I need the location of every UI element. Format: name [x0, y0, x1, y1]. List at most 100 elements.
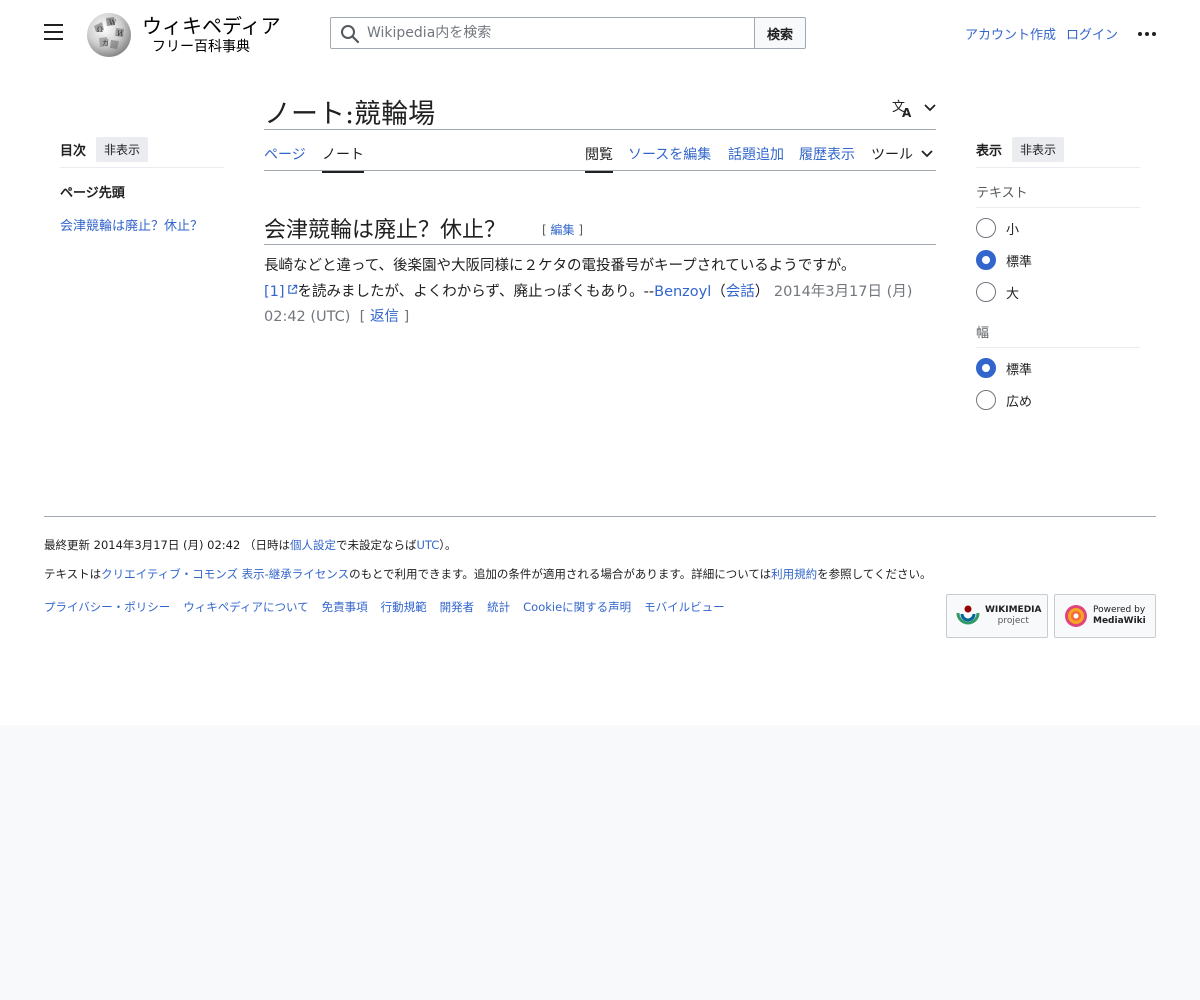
text-size-small[interactable]: 小: [976, 212, 1140, 244]
radio-label: 広め: [1006, 394, 1033, 410]
appearance-hide-button[interactable]: 非表示: [1012, 137, 1065, 162]
create-account-link[interactable]: アカウント作成: [965, 24, 1056, 43]
page-title: ノート:競輪場: [264, 99, 436, 130]
search-button[interactable]: 検索: [754, 17, 806, 49]
language-button[interactable]: 文 A: [892, 98, 936, 118]
login-link[interactable]: ログイン: [1066, 24, 1118, 43]
comment-line1: 長崎などと違って、後楽園や大阪同様に２ケタの電投番号がキープされているようですが…: [264, 258, 856, 274]
wordmark: ウィキペディア: [142, 14, 281, 38]
wikimedia-badge[interactable]: WIKIMEDIA project: [946, 594, 1048, 638]
radio-width-standard[interactable]: [976, 358, 996, 378]
appearance-panel: 表示 非表示 テキスト 小 標準 大 幅 標準 広め: [976, 136, 1140, 416]
toc-hide-button[interactable]: 非表示: [96, 137, 149, 162]
radio-label: 標準: [1006, 254, 1033, 270]
reply-wrapper: [ 返信 ]: [355, 309, 410, 325]
width-wide[interactable]: 広め: [976, 384, 1140, 416]
license-suffix: を参照してください。: [817, 567, 932, 581]
toc-item-top[interactable]: ページ先頭: [60, 182, 224, 201]
paren-close: ）: [754, 283, 770, 300]
tab-edit-source[interactable]: ソースを編集: [628, 144, 711, 173]
footer-link-about[interactable]: ウィキペディアについて: [183, 599, 308, 615]
text-size-label: テキスト: [976, 182, 1140, 208]
footer-link-developers[interactable]: 開発者: [440, 599, 475, 615]
svg-text:ガ: ガ: [102, 38, 109, 47]
mediawiki-logo-icon: [1065, 605, 1087, 627]
toc-title: 目次: [60, 144, 87, 159]
external-ref-link[interactable]: [1]: [264, 284, 298, 300]
mediawiki-badge[interactable]: Powered by MediaWiki: [1054, 594, 1156, 638]
width-options: 標準 広め: [976, 352, 1140, 416]
section-edit: [ 編集 ]: [542, 223, 584, 237]
text-size-large[interactable]: 大: [976, 276, 1140, 308]
footer-link-cookie[interactable]: Cookieに関する声明: [523, 599, 631, 615]
toc-header: 目次 非表示: [60, 136, 224, 168]
chevron-down-icon: [921, 150, 933, 158]
tools-label: ツール: [871, 147, 913, 163]
main-content: ノート:競輪場 文 A ページ ノート 閲覧 ソースを編集 話題追加 履歴表示 …: [264, 90, 936, 325]
title-row: ノート:競輪場 文 A: [264, 90, 936, 130]
appearance-header: 表示 非表示: [976, 136, 1140, 168]
width-standard[interactable]: 標準: [976, 352, 1140, 384]
badge-mediawiki-label: MediaWiki: [1093, 616, 1146, 626]
tab-page[interactable]: ページ: [264, 144, 306, 173]
ref-label: [1]: [264, 283, 285, 300]
personal-settings-link[interactable]: 個人設定: [290, 538, 336, 552]
utc-link[interactable]: UTC: [416, 538, 439, 552]
main-menu-button[interactable]: [44, 24, 64, 42]
language-icon: 文 A: [892, 100, 912, 118]
last-edit-middle: で未設定ならば: [335, 538, 417, 552]
user-talk-link[interactable]: 会話: [726, 284, 755, 300]
wikimedia-badge-text: WIKIMEDIA project: [985, 605, 1042, 627]
footer-link-mobile[interactable]: モバイルビュー: [644, 599, 725, 615]
wikimedia-logo-icon: [956, 605, 980, 625]
tagline: フリー百科事典: [152, 39, 250, 55]
external-link-icon: [287, 284, 297, 294]
page: Ω W И ガ ウィキペディア フリー百科事典 検索 アカウント作成 ログイン …: [0, 0, 1200, 725]
footer-link-disclaimer[interactable]: 免責事項: [322, 599, 368, 615]
footer-link-code-of-conduct[interactable]: 行動規範: [381, 599, 427, 615]
search-box[interactable]: [330, 17, 755, 49]
license-link[interactable]: クリエイティブ・コモンズ 表示-継承ライセンス: [101, 567, 349, 581]
wikipedia-logo[interactable]: Ω W И ガ ウィキペディア フリー百科事典: [84, 8, 281, 58]
footer-link-statistics[interactable]: 統計: [487, 599, 510, 615]
radio-small[interactable]: [976, 218, 996, 238]
footer-links: プライバシー・ポリシー ウィキペディアについて 免責事項 行動規範 開発者 統計…: [44, 599, 725, 615]
table-of-contents: 目次 非表示 ページ先頭 会津競輪は廃止？休止？: [60, 136, 224, 234]
license-text: テキストはクリエイティブ・コモンズ 表示-継承ライセンスのもとで利用できます。追…: [44, 566, 931, 582]
toc-item-section[interactable]: 会津競輪は廃止？休止？: [60, 215, 224, 234]
search-icon: [341, 25, 360, 44]
section-edit-link[interactable]: 編集: [551, 223, 575, 237]
radio-width-wide[interactable]: [976, 390, 996, 410]
tools-menu[interactable]: ツール: [871, 144, 933, 173]
user-link[interactable]: Benzoyl: [654, 284, 711, 300]
section-heading: 会津競輪は廃止？休止？ [ 編集 ]: [264, 212, 936, 245]
terms-link[interactable]: 利用規約: [771, 567, 817, 581]
mediawiki-badge-text: Powered by MediaWiki: [1093, 605, 1146, 627]
badge-powered-label: Powered by: [1093, 605, 1146, 615]
comment: 長崎などと違って、後楽園や大阪同様に２ケタの電投番号がキープされているようですが…: [264, 254, 936, 331]
text-size-standard[interactable]: 標準: [976, 244, 1140, 276]
paren-open: （: [711, 283, 726, 300]
svg-text:W: W: [109, 19, 117, 27]
search-form: 検索: [330, 17, 806, 49]
tab-read[interactable]: 閲覧: [585, 144, 613, 173]
user-links: アカウント作成 ログイン: [965, 24, 1156, 43]
badge-wikimedia-label: WIKIMEDIA: [985, 605, 1042, 615]
last-edited: 最終更新 2014年3月17日 (月) 02:42 （日時は個人設定で未設定なら…: [44, 537, 457, 553]
radio-standard[interactable]: [976, 250, 996, 270]
more-options-icon[interactable]: [1138, 31, 1156, 36]
radio-label: 大: [1006, 286, 1020, 302]
tab-add-topic[interactable]: 話題追加: [728, 144, 784, 173]
radio-large[interactable]: [976, 282, 996, 302]
search-input[interactable]: [367, 18, 747, 48]
footer-link-privacy[interactable]: プライバシー・ポリシー: [44, 599, 170, 615]
page-tabs: ページ ノート 閲覧 ソースを編集 話題追加 履歴表示 ツール: [264, 130, 936, 173]
reply-link[interactable]: 返信: [370, 309, 399, 325]
tab-talk[interactable]: ノート: [322, 144, 364, 173]
appearance-title: 表示: [976, 144, 1003, 159]
tab-history[interactable]: 履歴表示: [799, 144, 855, 173]
license-prefix: テキストは: [44, 567, 102, 581]
license-middle: のもとで利用できます。追加の条件が適用される場合があります。詳細については: [349, 567, 772, 581]
chevron-down-icon: [924, 104, 936, 112]
last-edit-suffix: ）。: [439, 538, 457, 552]
